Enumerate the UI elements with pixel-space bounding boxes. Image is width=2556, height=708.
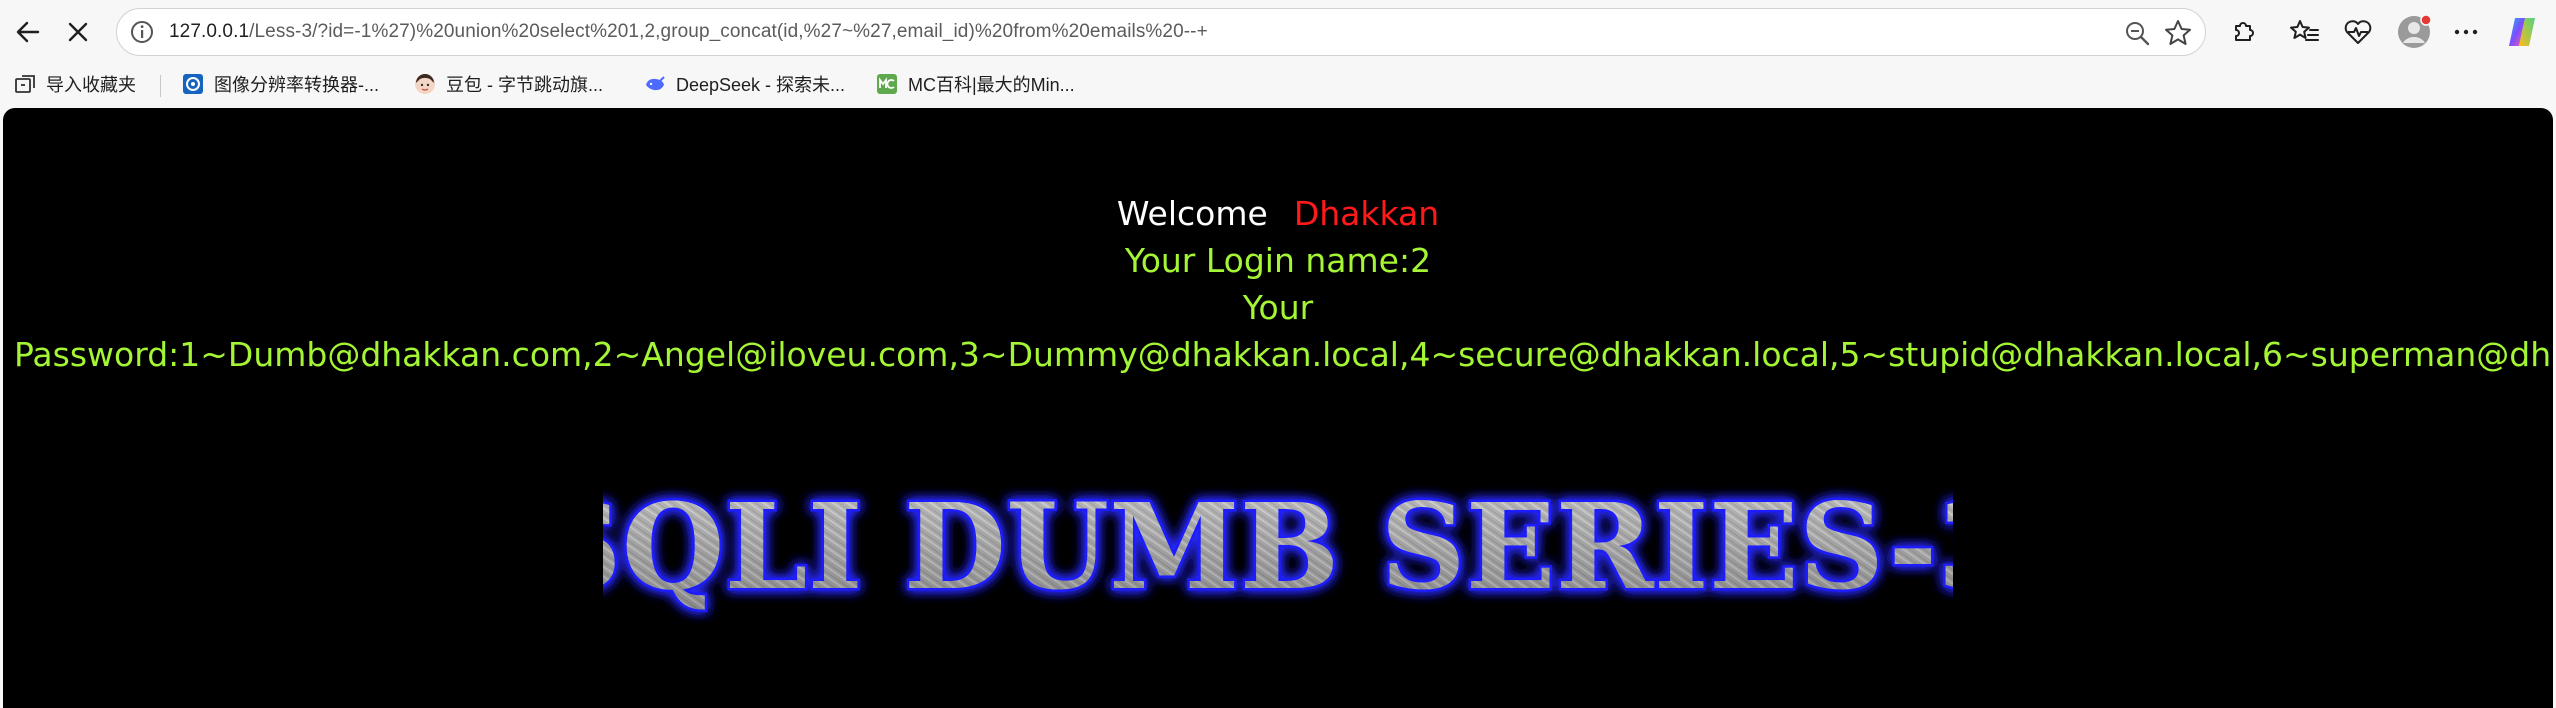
puzzle-icon — [2235, 22, 2254, 41]
doubao-avatar-icon — [415, 74, 435, 94]
deepseek-whale-icon — [646, 76, 665, 91]
bookmark-label: MC百科|最大的Min... — [908, 75, 1075, 95]
copilot-button[interactable] — [2500, 10, 2544, 54]
bookmark-label: DeepSeek - 探索未... — [676, 75, 846, 95]
settings-menu-button[interactable] — [2444, 10, 2488, 54]
bookmark-doubao[interactable]: 豆包 - 字节跳动旗... — [414, 68, 603, 100]
star-icon[interactable] — [2163, 18, 2193, 48]
mc-logo-icon — [877, 74, 897, 94]
bookmark-deepseek[interactable]: DeepSeek - 探索未... — [644, 68, 845, 100]
password-text: Password:1~Dumb@dhakkan.com,2~Angel@ilov… — [14, 335, 2553, 374]
sqli-banner-image: SQLI DUMB SERIES-3 SQLI DUMB SERIES-3 — [603, 475, 1953, 619]
zoom-out-icon[interactable] — [2123, 19, 2151, 47]
login-name-text: Your Login name:2 — [1124, 241, 1432, 280]
url-path: /Less-3/?id=-1%27)%20union%20select%201,… — [249, 21, 1208, 42]
bookmarks-bar: 导入收藏夹 图像分辨率转换器-... 豆包 - 字节跳动旗... DeepSee… — [0, 64, 2556, 104]
bookmark-mcmod[interactable]: MC百科|最大的Min... — [876, 68, 1075, 100]
avatar-icon — [2398, 14, 2432, 48]
back-arrow-icon — [16, 21, 40, 43]
info-icon[interactable] — [129, 19, 155, 45]
close-icon — [68, 22, 88, 42]
bookmark-label: 豆包 - 字节跳动旗... — [446, 75, 603, 95]
welcome-line: Welcome Dhakkan — [3, 194, 2553, 233]
favorites-button[interactable] — [2282, 10, 2326, 54]
url-host: 127.0.0.1 — [169, 21, 250, 42]
bookmark-import-favorites[interactable]: 导入收藏夹 — [14, 68, 136, 100]
welcome-name: Dhakkan — [1293, 194, 1440, 233]
bookmark-label: 图像分辨率转换器-... — [214, 75, 379, 95]
profile-button[interactable] — [2392, 10, 2436, 54]
bookmark-divider — [160, 75, 161, 97]
more-horizontal-icon — [2454, 29, 2478, 35]
bookmark-label: 导入收藏夹 — [46, 75, 136, 95]
app-circle-icon — [183, 74, 203, 94]
extensions-button[interactable] — [2222, 10, 2266, 54]
copilot-icon — [2509, 18, 2535, 46]
favorites-list-icon — [2290, 20, 2319, 41]
address-bar[interactable]: 127.0.0.1/Less-3/?id=-1%27)%20union%20se… — [116, 8, 2206, 56]
url-text[interactable]: 127.0.0.1/Less-3/?id=-1%27)%20union%20se… — [169, 9, 1208, 55]
browser-toolbar: 127.0.0.1/Less-3/?id=-1%27)%20union%20se… — [0, 0, 2556, 64]
import-favorites-icon — [15, 75, 35, 93]
welcome-label: Welcome — [1116, 194, 1268, 233]
banner-text-shine: SQLI DUMB SERIES-3 — [603, 477, 1953, 616]
page-viewport: Welcome Dhakkan Your Login name:2 Your Pa… — [3, 108, 2553, 708]
back-button[interactable] — [6, 10, 50, 54]
stop-loading-button[interactable] — [56, 10, 100, 54]
performance-button[interactable] — [2336, 10, 2380, 54]
your-text: Your — [1242, 288, 1314, 327]
bookmark-image-resolution[interactable]: 图像分辨率转换器-... — [182, 68, 379, 100]
browser-window: 127.0.0.1/Less-3/?id=-1%27)%20union%20se… — [0, 0, 2556, 708]
heart-pulse-icon — [2344, 20, 2372, 44]
